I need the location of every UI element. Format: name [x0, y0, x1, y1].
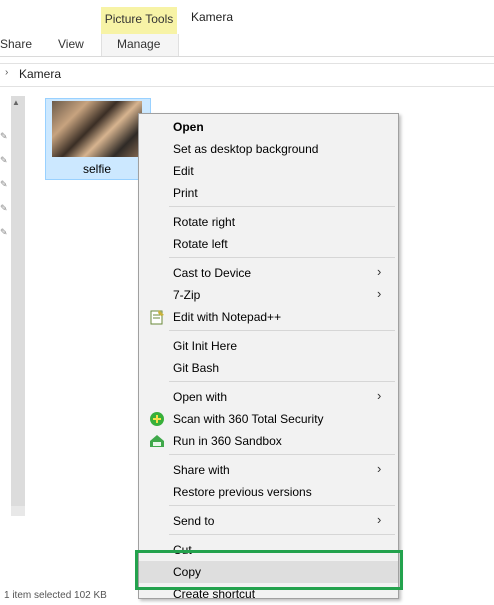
picture-tools-context-tab: Picture Tools — [101, 7, 177, 34]
chevron-right-icon: › — [377, 286, 382, 301]
tab-manage[interactable]: Manage — [117, 37, 160, 51]
menu-item-restore-previous-versions[interactable]: Restore previous versions — [139, 481, 398, 503]
360-security-icon — [150, 412, 164, 426]
chevron-right-icon[interactable]: › — [5, 67, 8, 78]
tab-share[interactable]: Share — [0, 37, 32, 51]
address-bar[interactable] — [0, 63, 494, 87]
menu-item-print[interactable]: Print — [139, 182, 398, 204]
notepad-plus-plus-icon — [150, 310, 164, 325]
menu-separator — [169, 257, 395, 258]
pin-icon: ✎ — [0, 203, 8, 213]
menu-item-open[interactable]: Open — [139, 116, 398, 138]
menu-item-scan-360[interactable]: Scan with 360 Total Security — [139, 408, 398, 430]
menu-item-run-360-sandbox[interactable]: Run in 360 Sandbox — [139, 430, 398, 452]
360-sandbox-icon — [150, 435, 164, 447]
menu-separator — [169, 454, 395, 455]
image-thumbnail[interactable] — [52, 101, 142, 157]
scroll-up-icon[interactable]: ▲ — [12, 98, 20, 107]
pin-icon: ✎ — [0, 179, 8, 189]
chevron-right-icon: › — [377, 512, 382, 527]
nav-scrollbar-thumb[interactable] — [11, 96, 25, 506]
menu-item-rotate-right[interactable]: Rotate right — [139, 211, 398, 233]
breadcrumb-kamera[interactable]: Kamera — [19, 67, 61, 81]
pin-icon: ✎ — [0, 155, 8, 165]
menu-separator — [169, 381, 395, 382]
chevron-right-icon: › — [377, 264, 382, 279]
menu-separator — [169, 505, 395, 506]
menu-separator — [169, 534, 395, 535]
window-title: Kamera — [191, 10, 234, 24]
menu-item-set-desktop-background[interactable]: Set as desktop background — [139, 138, 398, 160]
pin-icon: ✎ — [0, 131, 8, 141]
pin-icon: ✎ — [0, 227, 8, 237]
menu-item-open-with[interactable]: Open with › — [139, 386, 398, 408]
menu-item-edit[interactable]: Edit — [139, 160, 398, 182]
menu-item-rotate-left[interactable]: Rotate left — [139, 233, 398, 255]
menu-item-send-to[interactable]: Send to › — [139, 510, 398, 532]
chevron-right-icon: › — [377, 461, 382, 476]
menu-item-share-with[interactable]: Share with › — [139, 459, 398, 481]
context-menu: Open Set as desktop background Edit Prin… — [138, 113, 399, 601]
menu-item-git-bash[interactable]: Git Bash — [139, 357, 398, 379]
menu-separator — [169, 330, 395, 331]
ribbon-divider — [0, 56, 494, 57]
status-bar-text: 1 item selected 102 KB — [4, 590, 107, 601]
menu-item-7zip[interactable]: 7-Zip › — [139, 284, 398, 306]
menu-item-edit-with-notepad[interactable]: Edit with Notepad++ — [139, 306, 398, 328]
file-name[interactable]: selfie — [45, 162, 149, 176]
tab-view[interactable]: View — [58, 37, 84, 51]
menu-item-git-init-here[interactable]: Git Init Here — [139, 335, 398, 357]
menu-item-cast-to-device[interactable]: Cast to Device › — [139, 262, 398, 284]
menu-separator — [169, 206, 395, 207]
chevron-right-icon: › — [377, 388, 382, 403]
copy-highlight-annotation — [135, 550, 403, 590]
